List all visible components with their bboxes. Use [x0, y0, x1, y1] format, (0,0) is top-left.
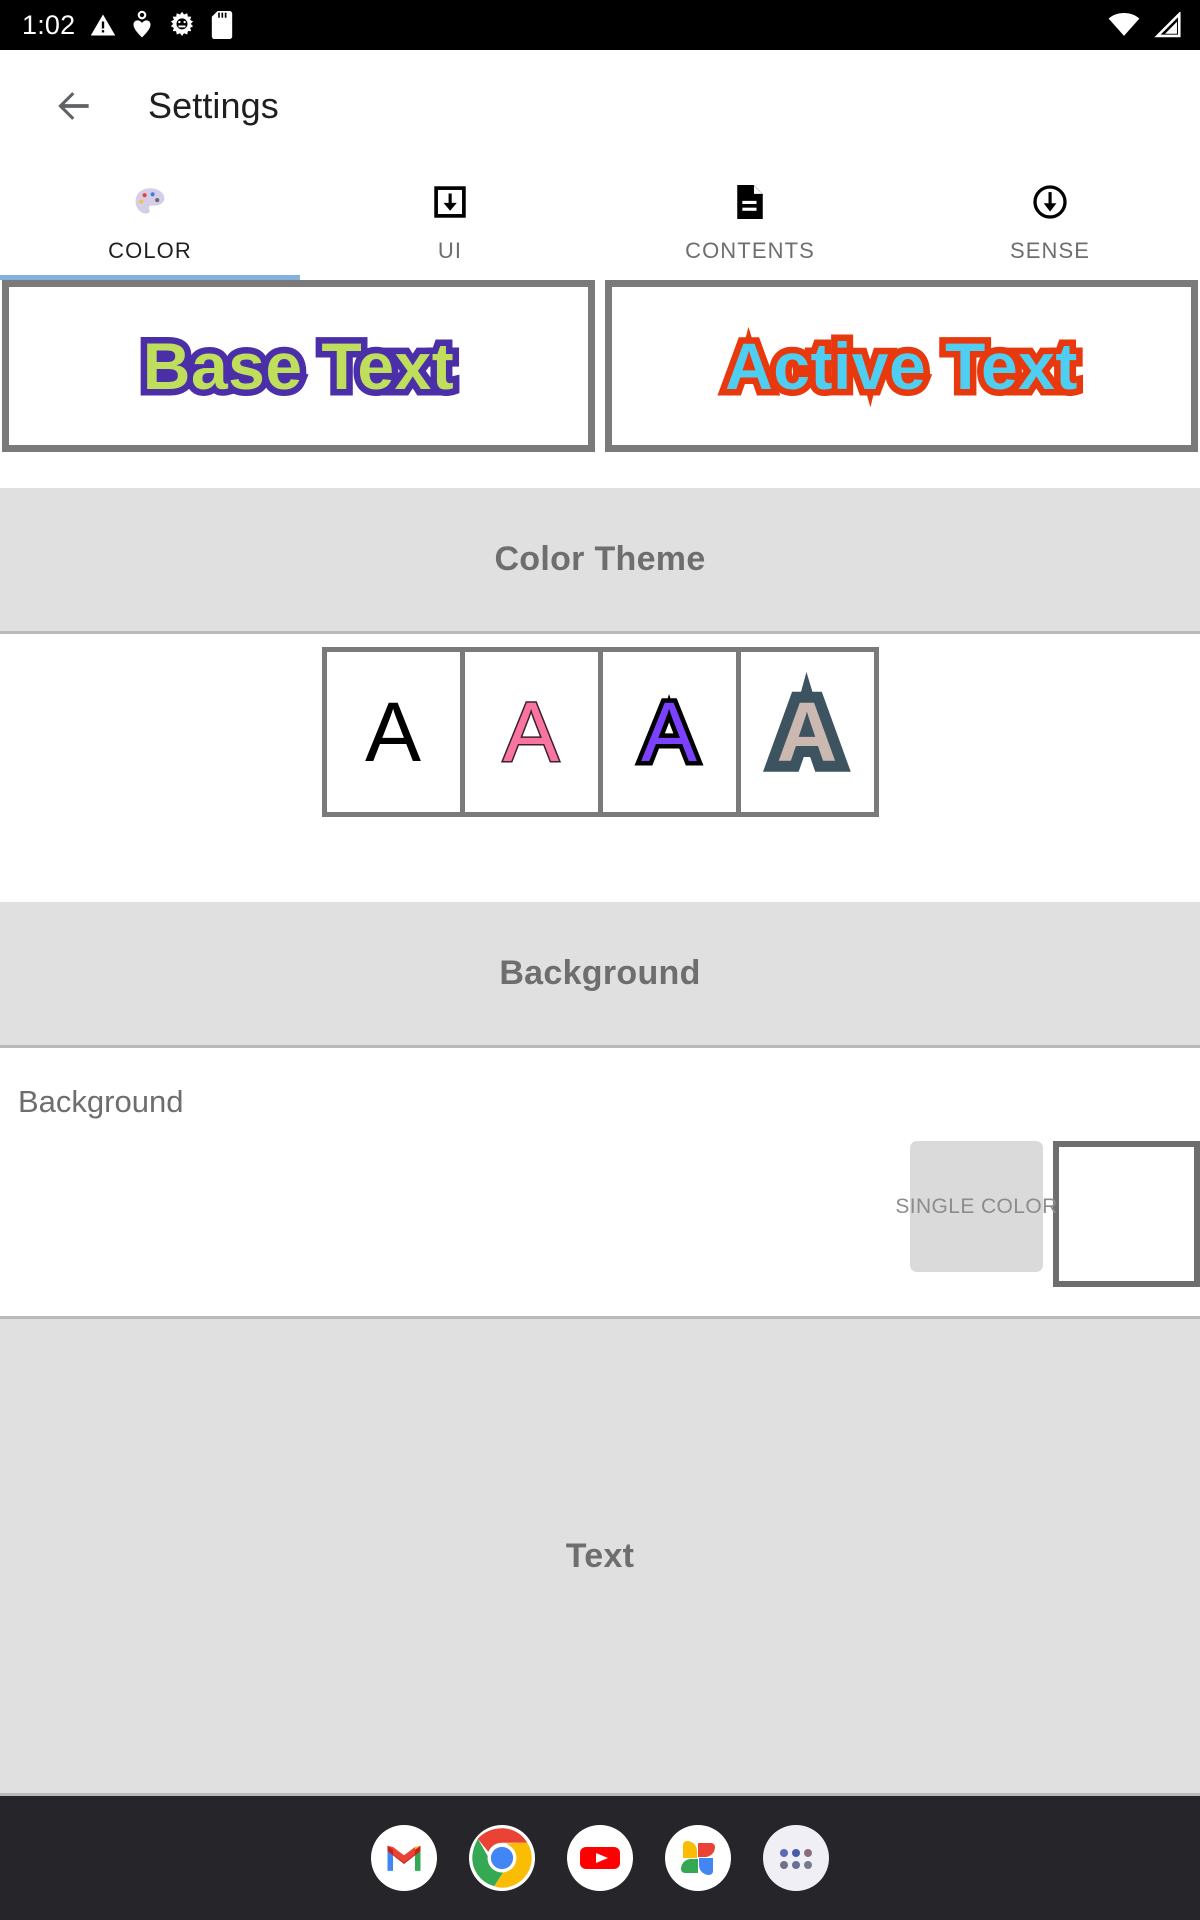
google-photos-icon[interactable]	[665, 1825, 731, 1891]
tab-bar: COLOR UI CONTENTS SENSE	[0, 162, 1200, 280]
chrome-icon[interactable]	[469, 1825, 535, 1891]
color-theme-swatch-strip: A A A A	[321, 647, 879, 817]
tab-ui[interactable]: UI	[300, 162, 600, 280]
color-theme-swatch-area: A A A A	[0, 634, 1200, 902]
background-color-swatch[interactable]	[1053, 1141, 1200, 1287]
single-color-button-label: SINGLE COLOR	[895, 1194, 1058, 1218]
color-theme-swatch-3[interactable]: A	[740, 652, 874, 812]
theme-glyph-3: A	[766, 679, 849, 785]
app-bar: Settings	[0, 50, 1200, 162]
single-color-button[interactable]: SINGLE COLOR	[895, 1141, 1057, 1272]
section-title-text: Text	[565, 1536, 635, 1575]
bluetooth-heart-icon	[133, 10, 151, 38]
color-theme-swatch-1[interactable]: A	[464, 652, 598, 812]
theme-glyph-1: A	[501, 685, 560, 779]
section-header-color-theme: Color Theme	[0, 488, 1200, 634]
youtube-icon[interactable]	[567, 1825, 633, 1891]
gmail-icon[interactable]	[371, 1825, 437, 1891]
settings-screen: 1:02 Settings COLOR UI CONTENTS SENSE Ba…	[0, 0, 1200, 1920]
page-title: Settings	[148, 85, 279, 126]
tab-contents[interactable]: CONTENTS	[600, 162, 900, 280]
back-button[interactable]	[46, 78, 102, 134]
section-header-text: Text	[0, 1319, 1200, 1796]
section-header-background: Background	[0, 902, 1200, 1048]
status-bar-right	[1108, 12, 1182, 38]
status-bar-left: 1:02	[22, 10, 233, 40]
color-theme-swatch-0[interactable]: A	[326, 652, 460, 812]
tab-label-sense: SENSE	[1009, 238, 1091, 263]
wifi-icon	[1108, 13, 1140, 36]
active-text-sample: Active Text	[719, 323, 1084, 410]
circled-down-arrow-icon	[1032, 180, 1068, 224]
cell-signal-icon	[1154, 12, 1181, 38]
theme-glyph-2: A	[636, 685, 701, 779]
tab-label-contents: CONTENTS	[685, 238, 815, 263]
warning-triangle-icon	[91, 14, 116, 36]
tab-color[interactable]: COLOR	[0, 162, 300, 280]
tab-active-indicator	[0, 275, 300, 280]
app-drawer-icon[interactable]	[763, 1825, 829, 1891]
color-theme-swatch-2[interactable]: A	[602, 652, 736, 812]
background-setting-row[interactable]: Background SINGLE COLOR	[0, 1048, 1200, 1319]
sd-card-icon	[212, 11, 233, 39]
back-arrow-icon	[58, 92, 89, 120]
download-box-icon	[433, 180, 467, 224]
base-text-sample: Base Text	[136, 323, 460, 410]
section-title-background: Background	[499, 954, 701, 992]
dock	[0, 1796, 1200, 1920]
status-clock: 1:02	[22, 9, 76, 40]
palette-icon	[132, 180, 168, 224]
gear-icon	[171, 11, 194, 36]
tab-label-color: COLOR	[108, 238, 192, 263]
tab-label-ui: UI	[437, 238, 463, 263]
preview-row: Base Text Active Text	[0, 280, 1200, 452]
status-bar: 1:02	[0, 0, 1200, 50]
active-text-preview[interactable]: Active Text	[605, 280, 1198, 452]
theme-glyph-0: A	[364, 685, 422, 779]
document-icon	[734, 180, 766, 224]
background-controls: SINGLE COLOR	[895, 1141, 1200, 1287]
spacer-above-color-theme	[0, 452, 1200, 488]
background-row-label: Background	[18, 1084, 184, 1119]
section-title-color-theme: Color Theme	[494, 540, 706, 578]
base-text-preview[interactable]: Base Text	[2, 280, 595, 452]
tab-sense[interactable]: SENSE	[900, 162, 1200, 280]
